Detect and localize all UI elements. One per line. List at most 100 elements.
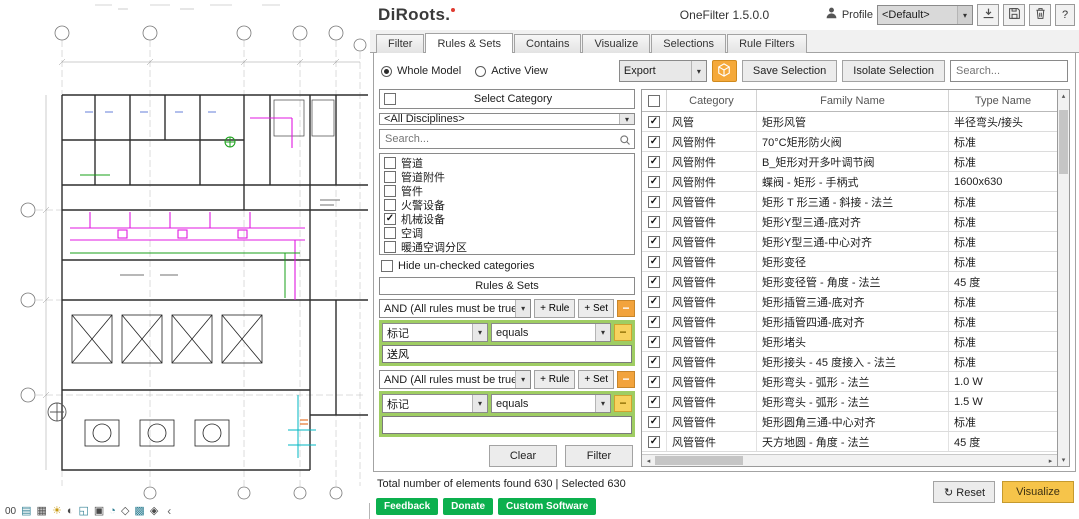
category-list-item[interactable]: 管件	[380, 184, 634, 198]
select-all-categories-checkbox[interactable]	[384, 93, 396, 105]
crop-view-icon[interactable]: ◱	[78, 505, 88, 517]
table-row[interactable]: 风管附件 70°C矩形防火阀 标准	[642, 132, 1057, 152]
category-checkbox[interactable]	[384, 241, 396, 253]
table-row[interactable]: 风管管件 矩形弯头 - 弧形 - 法兰 1.5 W	[642, 392, 1057, 412]
row-checkbox[interactable]	[648, 255, 660, 268]
category-checkbox[interactable]	[384, 213, 396, 225]
clear-button[interactable]: Clear	[489, 445, 557, 467]
scroll-down-icon[interactable]: ▾	[1058, 454, 1069, 466]
tab[interactable]: Filter	[376, 34, 425, 53]
table-row[interactable]: 风管管件 天方地圆 - 角度 - 法兰 45 度	[642, 432, 1057, 452]
detail-level-icon[interactable]: ▤	[21, 505, 31, 517]
category-checkbox[interactable]	[384, 227, 396, 239]
row-checkbox[interactable]	[648, 395, 660, 408]
table-row[interactable]: 风管附件 B_矩形对开多叶调节阀 标准	[642, 152, 1057, 172]
scroll-right-icon[interactable]: ▸	[1044, 457, 1057, 465]
category-list-item[interactable]: 空调	[380, 226, 634, 240]
isolate-selection-button[interactable]: Isolate Selection	[842, 60, 945, 82]
feedback-button[interactable]: Feedback	[376, 498, 439, 515]
collapse-arrow-icon[interactable]: ‹	[167, 504, 171, 518]
table-row[interactable]: 风管管件 矩形变径 标准	[642, 252, 1057, 272]
rule-value-input[interactable]	[382, 416, 632, 434]
shadows-icon[interactable]: ◐	[67, 505, 74, 517]
table-row[interactable]: 风管管件 矩形Y型三通-底对齐 标准	[642, 212, 1057, 232]
hide-unchecked-checkbox[interactable]	[381, 260, 393, 272]
category-list-item[interactable]: 火警设备	[380, 198, 634, 212]
rule-parameter-select[interactable]: 标记 ▾	[382, 394, 488, 413]
table-row[interactable]: 风管管件 矩形接头 - 45 度接入 - 法兰 标准	[642, 352, 1057, 372]
reveal-hidden-elements-icon[interactable]: ◇	[121, 505, 129, 517]
category-list-item[interactable]: 管道附件	[380, 170, 634, 184]
rule-value-input[interactable]	[382, 345, 632, 363]
whole-model-radio[interactable]: Whole Model	[381, 65, 461, 77]
remove-set-button[interactable]: −	[617, 300, 635, 317]
active-view-radio[interactable]: Active View	[475, 65, 548, 77]
add-rule-button[interactable]: + Rule	[534, 299, 576, 318]
row-checkbox[interactable]	[648, 115, 660, 128]
scroll-left-icon[interactable]: ◂	[642, 457, 655, 465]
row-checkbox[interactable]	[648, 375, 660, 388]
horizontal-scrollbar[interactable]: ◂ ▸	[642, 454, 1057, 466]
reset-button[interactable]: ↻ Reset	[933, 481, 995, 503]
rule-parameter-select[interactable]: 标记 ▾	[382, 323, 488, 342]
vertical-scroll-track[interactable]	[1058, 102, 1069, 454]
category-search-input[interactable]	[379, 129, 635, 149]
donate-button[interactable]: Donate	[443, 498, 494, 515]
horizontal-scroll-thumb[interactable]	[655, 456, 743, 465]
vertical-scrollbar[interactable]: ▴ ▾	[1058, 89, 1070, 467]
tab[interactable]: Contains	[514, 34, 582, 53]
sun-path-icon[interactable]: ☀	[52, 505, 62, 517]
floor-plan-drawing[interactable]	[0, 0, 370, 503]
rule-logic-select[interactable]: AND (All rules must be true) ▾	[379, 370, 532, 389]
visual-style-icon[interactable]: ▦	[37, 505, 47, 517]
help-button[interactable]: ?	[1055, 4, 1075, 26]
table-row[interactable]: 风管管件 矩形 T 形三通 - 斜接 - 法兰 标准	[642, 192, 1057, 212]
category-list-item[interactable]: 暖通空调分区	[380, 240, 634, 254]
import-profile-button[interactable]	[977, 4, 999, 26]
rule-logic-select[interactable]: AND (All rules must be true) ▾	[379, 299, 532, 318]
category-checkbox[interactable]	[384, 171, 396, 183]
scroll-up-icon[interactable]: ▴	[1058, 90, 1069, 102]
row-checkbox[interactable]	[648, 155, 660, 168]
category-checkbox[interactable]	[384, 199, 396, 211]
table-row[interactable]: 风管管件 矩形圆角三通-中心对齐 标准	[642, 412, 1057, 432]
remove-rule-button[interactable]: −	[614, 324, 632, 341]
temporary-hide-isolate-icon[interactable]: ◔	[109, 505, 116, 517]
column-header-type-name[interactable]: Type Name	[948, 90, 1057, 111]
show-crop-region-icon[interactable]: ▣	[94, 505, 104, 517]
profile-select[interactable]: <Default> ▾	[877, 5, 973, 25]
category-checkbox[interactable]	[384, 185, 396, 197]
delete-profile-button[interactable]	[1029, 4, 1051, 26]
filter-button[interactable]: Filter	[565, 445, 633, 467]
remove-rule-button[interactable]: −	[614, 395, 632, 412]
category-checkbox[interactable]	[384, 157, 396, 169]
add-rule-button[interactable]: + Rule	[534, 370, 576, 389]
table-row[interactable]: 风管管件 矩形Y型三通-中心对齐 标准	[642, 232, 1057, 252]
tab[interactable]: Visualize	[582, 34, 651, 53]
row-checkbox[interactable]	[648, 135, 660, 148]
table-row[interactable]: 风管管件 矩形变径管 - 角度 - 法兰 45 度	[642, 272, 1057, 292]
disciplines-select[interactable]: <All Disciplines> ▾	[379, 113, 635, 125]
table-row[interactable]: 风管附件 蝶阀 - 矩形 - 手柄式 1600x630	[642, 172, 1057, 192]
row-checkbox[interactable]	[648, 435, 660, 448]
row-checkbox[interactable]	[648, 415, 660, 428]
table-row[interactable]: 风管管件 矩形插管四通-底对齐 标准	[642, 312, 1057, 332]
row-checkbox[interactable]	[648, 295, 660, 308]
rule-operator-select[interactable]: equals ▾	[491, 323, 611, 342]
tab[interactable]: Selections	[651, 34, 727, 53]
row-checkbox[interactable]	[648, 335, 660, 348]
table-row[interactable]: 风管管件 矩形弯头 - 弧形 - 法兰 1.0 W	[642, 372, 1057, 392]
visualize-button[interactable]: Visualize	[1002, 481, 1074, 503]
analytical-model-icon[interactable]: ◈	[150, 505, 158, 517]
column-header-category[interactable]: Category	[666, 90, 756, 111]
model-cube-button[interactable]	[711, 60, 737, 82]
table-row[interactable]: 风管管件 矩形堵头 标准	[642, 332, 1057, 352]
vertical-scroll-thumb[interactable]	[1059, 110, 1068, 174]
rule-operator-select[interactable]: equals ▾	[491, 394, 611, 413]
column-header-family-name[interactable]: Family Name	[756, 90, 948, 111]
category-list-item[interactable]: 机械设备	[380, 212, 634, 226]
temporary-view-properties-icon[interactable]: ▩	[134, 505, 144, 517]
category-list-item[interactable]: 管道	[380, 156, 634, 170]
row-checkbox[interactable]	[648, 275, 660, 288]
row-checkbox[interactable]	[648, 215, 660, 228]
